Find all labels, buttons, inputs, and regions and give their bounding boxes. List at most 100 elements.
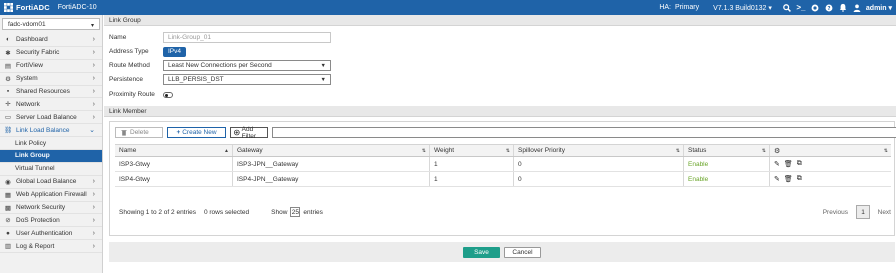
clone-icon[interactable]: ⧉ [797, 160, 802, 168]
fortiview-icon: ▤ [4, 62, 12, 70]
ha-status: Primary [674, 4, 700, 11]
version-menu[interactable]: V7.1.3 Build0132 ▾ [713, 4, 772, 12]
clone-icon[interactable]: ⧉ [797, 175, 802, 183]
filter-input[interactable] [272, 127, 896, 138]
sidebar-item-label: Web Application Firewall [16, 191, 87, 199]
sidebar-item-virtual-tunnel[interactable]: Virtual Tunnel [0, 162, 102, 176]
page-number-button[interactable]: 1 [856, 205, 870, 219]
next-page-button[interactable]: Next [878, 209, 891, 216]
sidebar-item-label: Dashboard [16, 36, 48, 44]
previous-page-button[interactable]: Previous [823, 209, 848, 216]
table-header-row: Name ▲ Gateway ⇅ Weight ⇅ Spillover Priorit… [115, 144, 891, 157]
cancel-button[interactable]: Cancel [504, 246, 541, 258]
cli-console-icon[interactable]: >_ [794, 0, 808, 15]
sidebar-item-dashboard[interactable]: ◐ Dashboard › [0, 34, 102, 47]
edit-icon[interactable]: ✎ [774, 160, 780, 168]
sidebar-item-link-load-balance[interactable]: ⛓ Link Load Balance ⌄ [0, 124, 102, 138]
sidebar-item-link-policy[interactable]: Link Policy [0, 137, 102, 151]
address-type-badge[interactable]: IPv4 [163, 46, 187, 57]
proximity-route-toggle[interactable] [163, 91, 173, 98]
proximity-row: Proximity Route [109, 89, 173, 100]
chevron-down-icon: ▾ [768, 4, 772, 12]
chevron-right-icon: › [92, 113, 95, 121]
sidebar-item-fortiview[interactable]: ▤ FortiView › [0, 60, 102, 73]
sidebar-item-label: Link Load Balance [16, 126, 70, 134]
trash-icon[interactable]: 🗑 [784, 175, 793, 183]
sidebar-item-label: Server Load Balance [16, 113, 77, 121]
section-title: Link Group [109, 16, 141, 24]
sidebar-item-label: DoS Protection [16, 216, 60, 224]
column-header-spillover[interactable]: Spillover Priority ⇅ [514, 145, 684, 156]
column-header-gateway[interactable]: Gateway ⇅ [233, 145, 430, 156]
create-new-button[interactable]: + Create New [167, 127, 226, 138]
edit-icon[interactable]: ✎ [774, 175, 780, 183]
sidebar-item-global-load-balance[interactable]: ◉ Global Load Balance › [0, 176, 102, 189]
sidebar-item-dos-protection[interactable]: ⊘ DoS Protection › [0, 214, 102, 228]
sidebar-item-server-load-balance[interactable]: ▭ Server Load Balance › [0, 111, 102, 125]
plus-icon: + [176, 129, 181, 136]
column-header-weight[interactable]: Weight ⇅ [430, 145, 514, 156]
column-header-status[interactable]: Status ⇅ [684, 145, 770, 156]
save-button[interactable]: Save [463, 246, 500, 258]
table-row[interactable]: ISP4-Gtwy ISP4-JPN__Gateway 1 0 Enable ✎… [115, 172, 891, 187]
sidebar-item-label: Network [16, 100, 40, 108]
sidebar-item-network-security[interactable]: ▩ Network Security › [0, 202, 102, 215]
vdom-select[interactable]: fadc-vdom01 ▾ [2, 18, 100, 30]
brand-name: FortiADC [16, 3, 50, 12]
page-size-select[interactable]: 25 [290, 207, 301, 217]
sidebar-item-web-application-firewall[interactable]: ▦ Web Application Firewall › [0, 189, 102, 202]
selected-count: 0 rows selected [203, 208, 250, 216]
user-avatar-icon[interactable] [850, 0, 864, 15]
sidebar-item-link-group[interactable]: Link Group [0, 150, 102, 163]
bell-icon[interactable] [836, 0, 850, 15]
trash-icon[interactable]: 🗑 [784, 160, 793, 168]
gear-icon: ⚙ [774, 147, 781, 155]
chevron-down-icon: ▾ [888, 4, 892, 12]
sidebar-item-security-fabric[interactable]: ✱ Security Fabric › [0, 47, 102, 60]
filter-label: Add Filter [241, 125, 257, 140]
route-method-row: Route Method Least New Connections per S… [109, 60, 331, 71]
column-label: Status [688, 147, 707, 154]
globe-icon: ◉ [5, 178, 11, 186]
sidebar-item-system[interactable]: ⚙ System › [0, 73, 102, 86]
chevron-right-icon: › [92, 204, 95, 212]
cell-spillover: 0 [514, 157, 684, 171]
network-icon: ✛ [5, 101, 11, 109]
help-icon[interactable]: ? [822, 0, 836, 15]
user-menu[interactable]: admin ▾ [866, 4, 892, 12]
persistence-select[interactable]: LLB_PERSIS_DST ▼ [163, 74, 331, 85]
sidebar-item-network[interactable]: ✛ Network › [0, 98, 102, 112]
security-fabric-icon: ✱ [5, 49, 11, 57]
sidebar-item-label: Log & Report [16, 242, 55, 250]
table-row[interactable]: ISP3-Gtwy ISP3-JPN__Gateway 1 0 Enable ✎… [115, 157, 891, 172]
route-method-select[interactable]: Least New Connections per Second ▼ [163, 60, 331, 71]
network-security-icon: ▩ [4, 204, 12, 212]
sidebar-item-user-authentication[interactable]: ● User Authentication › [0, 227, 102, 241]
column-header-name[interactable]: Name ▲ [115, 145, 233, 156]
dos-icon: ⊘ [5, 217, 11, 225]
name-row: Name Link-Group_01 [109, 32, 331, 43]
cell-actions: ✎ 🗑 ⧉ [770, 157, 891, 171]
name-input[interactable]: Link-Group_01 [163, 32, 331, 43]
refresh-icon[interactable] [808, 0, 822, 15]
link-member-table: Name ▲ Gateway ⇅ Weight ⇅ Spillover Priorit… [115, 144, 891, 187]
sort-icon: ⇅ [675, 147, 680, 154]
column-label: Weight [434, 147, 455, 154]
form-footer: Save Cancel [109, 242, 895, 262]
add-filter-button[interactable]: Add Filter [230, 125, 268, 140]
sidebar-item-label: User Authentication [16, 229, 73, 237]
search-icon[interactable] [780, 0, 794, 15]
address-type-label: Address Type [109, 48, 149, 55]
cell-actions: ✎ 🗑 ⧉ [770, 172, 891, 186]
sidebar-item-label: Network Security [16, 204, 66, 212]
column-label: Name [119, 147, 137, 154]
chevron-right-icon: › [92, 229, 95, 237]
cell-gateway: ISP3-JPN__Gateway [233, 157, 430, 171]
persistence-row: Persistence LLB_PERSIS_DST ▼ [109, 74, 331, 85]
sidebar-item-log-report[interactable]: ▥ Log & Report › [0, 240, 102, 254]
sidebar-item-label: Global Load Balance [16, 178, 77, 186]
sidebar-item-shared-resources[interactable]: ▪ Shared Resources › [0, 86, 102, 99]
delete-button[interactable]: Delete [115, 127, 163, 138]
column-header-actions[interactable]: ⚙ ⇅ [770, 145, 891, 156]
svg-text:?: ? [827, 5, 830, 11]
